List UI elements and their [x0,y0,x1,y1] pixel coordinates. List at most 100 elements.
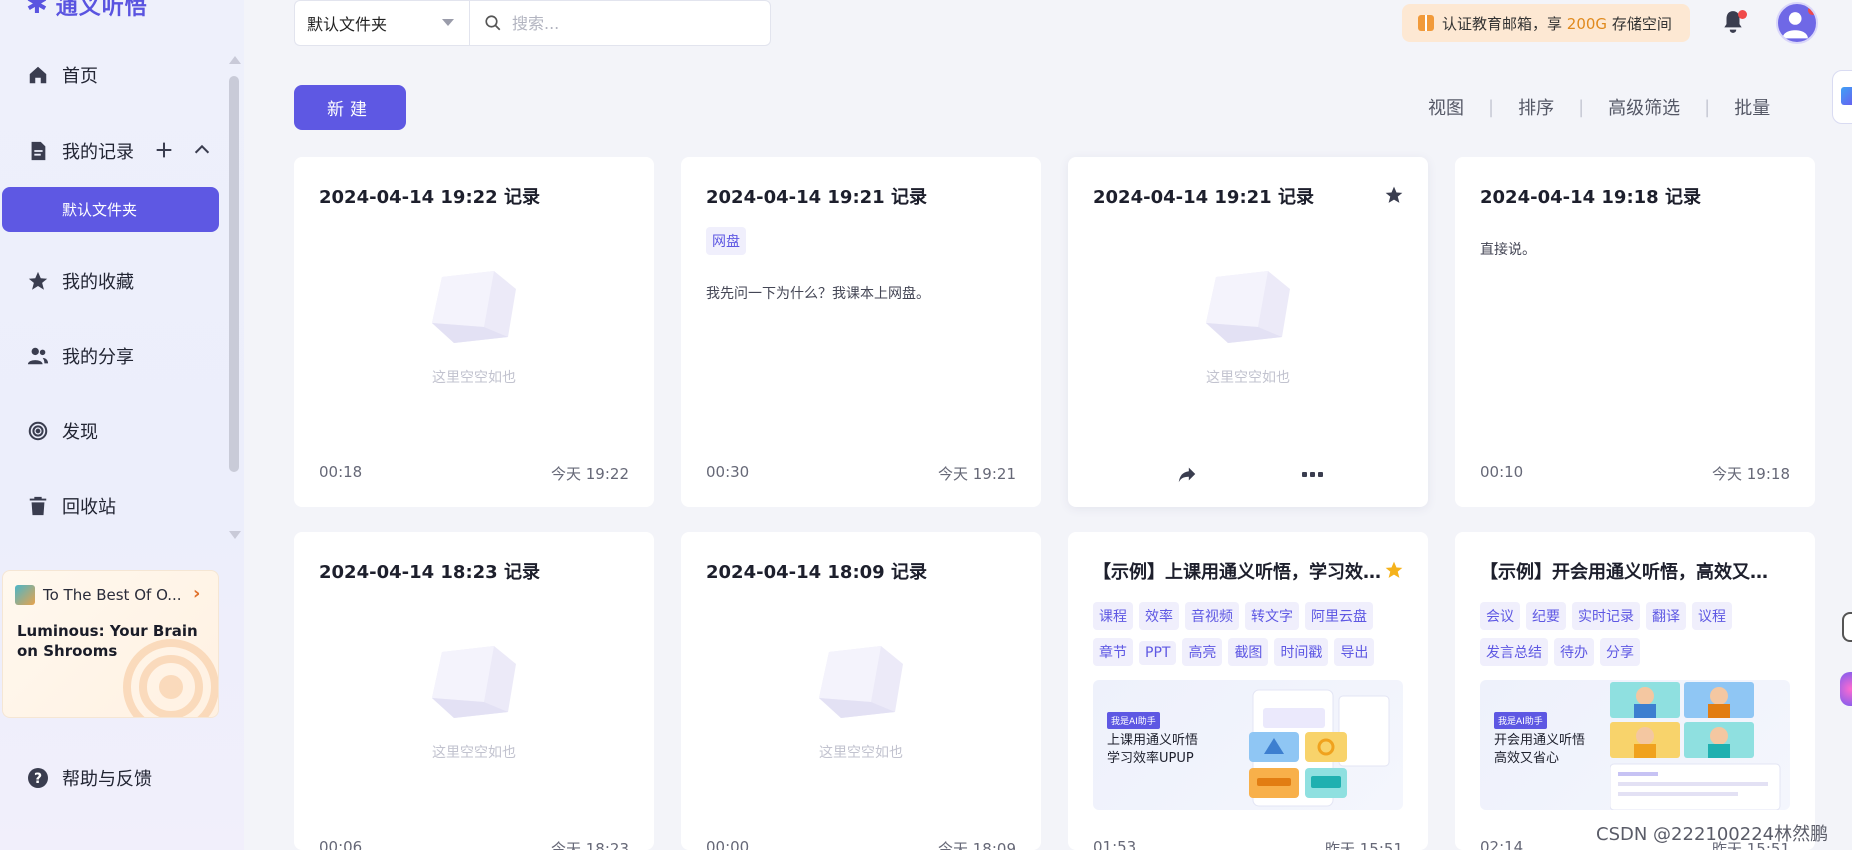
floating-assistant-tab[interactable] [1832,70,1852,124]
podcast-promo-card[interactable]: To The Best Of O... › Luminous: Your Bra… [2,570,219,718]
tag[interactable]: 章节 [1093,638,1133,666]
sidebar-item-my-records[interactable]: 我的记录 [26,138,134,164]
app-name: 通义听悟 [55,0,148,20]
tag[interactable]: 会议 [1480,602,1520,630]
scroll-down-arrow[interactable] [229,531,241,539]
sidebar-item-shares[interactable]: 我的分享 [26,343,134,369]
card-tags: 课程 效率 音视频 转文字 阿里云盘 章节 PPT 高亮 截图 时间戳 导出 [1093,602,1413,674]
record-card[interactable]: 2024-04-14 18:09 记录 这里空空如也 00:00 今天 18:0… [681,532,1041,850]
card-time: 昨天 15:51 [1325,840,1403,850]
search-input[interactable] [512,13,752,33]
new-record-button[interactable]: 新建 [294,85,406,130]
app-logo[interactable]: ✱ 通义听悟 [26,0,148,20]
logo-icon: ✱ [26,0,48,20]
chevron-up-icon[interactable] [190,138,214,162]
tag[interactable]: 议程 [1692,602,1732,630]
empty-text: 这里空空如也 [432,370,516,386]
assistant-icon [1841,87,1852,105]
trash-icon [26,494,50,518]
view-button[interactable]: 视图 [1428,94,1464,120]
tag[interactable]: 纪要 [1526,602,1566,630]
notification-dot [1738,10,1747,19]
gift-icon [1418,15,1434,31]
card-duration: 00:06 [319,838,363,850]
sidebar-item-label: 首页 [62,66,98,87]
sidebar-item-label: 回收站 [62,497,116,518]
tag[interactable]: PPT [1139,641,1177,665]
document-icon [26,139,50,163]
star-icon [26,269,50,293]
sample-card-class[interactable]: 【示例】上课用通义听悟，学习效率UPUP 课程效率音视频转文字阿里云盘 章节PP… [1068,532,1428,850]
record-card[interactable]: 2024-04-14 18:23 记录 这里空空如也 00:06 今天 18:2… [294,532,654,850]
tag[interactable]: 发言总结 [1480,638,1548,666]
sidebar-item-trash[interactable]: 回收站 [26,493,116,519]
card-duration: 02:14 [1480,838,1524,850]
record-card[interactable]: 2024-04-14 19:18 记录 直接说。 00:10 今天 19:18 [1455,157,1815,507]
sample-card-meeting[interactable]: 【示例】开会用通义听悟，高效又省心 会议 纪要 实时记录 翻译 议程 发言总结 待办 分享 … [1455,532,1815,850]
more-icon[interactable] [1302,472,1323,477]
sidebar-scrollbar[interactable] [229,76,239,472]
card-time: 今天 18:23 [551,840,629,850]
star-icon[interactable] [1384,185,1404,205]
share-icon[interactable] [1176,463,1198,485]
tag[interactable]: 分享 [1600,638,1640,666]
help-icon: ? [28,768,48,788]
sidebar-folder-default[interactable]: 默认文件夹 [2,187,219,232]
tag[interactable]: 效率 [1139,602,1179,630]
card-preview-image: 我是AI助手 上课用通义听悟 学习效率UPUP [1093,680,1403,810]
tag[interactable]: 音视频 [1185,602,1239,630]
card-time: 今天 19:21 [938,465,1016,483]
card-duration: 00:10 [1480,463,1524,481]
divider: | [1578,96,1585,118]
list-toolbar: 视图 | 排序 | 高级筛选 | 批量 [1428,94,1770,120]
tag[interactable]: 阿里云盘 [1305,602,1373,630]
help-feedback[interactable]: ? 帮助与反馈 [26,765,152,791]
divider: | [1704,96,1711,118]
edge-ai-icon[interactable] [1840,672,1852,706]
tag[interactable]: 高亮 [1182,638,1223,666]
tag[interactable]: 翻译 [1646,602,1686,630]
tag[interactable]: 课程 [1093,602,1133,630]
promo-source: To The Best Of O... [43,586,182,604]
tag[interactable]: 网盘 [706,227,746,255]
sidebar-item-favorites[interactable]: 我的收藏 [26,268,134,294]
folder-select[interactable]: 默认文件夹 [294,0,470,46]
divider: | [1488,96,1495,118]
tag[interactable]: 导出 [1334,638,1375,666]
search-box [469,0,771,46]
tag[interactable]: 截图 [1228,638,1269,666]
tag[interactable]: 时间戳 [1274,638,1329,666]
card-title: 2024-04-14 19:22 记录 [319,187,540,208]
edu-email-banner[interactable]: 认证教育邮箱，享 200G 存储空间 [1402,4,1690,42]
card-duration: 00:30 [706,463,750,481]
sidebar-item-label: 我的收藏 [62,272,134,293]
users-icon [26,344,50,368]
card-title: 2024-04-14 19:21 记录 [706,187,927,208]
chevron-right-icon[interactable]: › [193,583,200,604]
advanced-filter-button[interactable]: 高级筛选 [1608,94,1680,120]
user-avatar[interactable] [1776,2,1818,44]
tag[interactable]: 待办 [1554,638,1594,666]
batch-button[interactable]: 批量 [1734,94,1770,120]
record-card[interactable]: 2024-04-14 19:21 记录 网盘 我先问一下为什么？我课本上网盘。 … [681,157,1041,507]
sort-button[interactable]: 排序 [1518,94,1554,120]
tag[interactable]: 实时记录 [1572,602,1640,630]
sidebar-item-discover[interactable]: 发现 [26,418,98,444]
card-time: 今天 18:09 [938,840,1016,850]
scroll-up-arrow[interactable] [229,56,241,64]
star-icon-favorited[interactable] [1384,560,1404,580]
card-preview-image: 我是AI助手 开会用通义听悟 高效又省心 [1480,680,1790,810]
tag[interactable]: 转文字 [1245,602,1299,630]
record-card[interactable]: 2024-04-14 19:22 记录 这里空空如也 00:18 今天 19:2… [294,157,654,507]
edge-tool-icon[interactable] [1842,612,1852,642]
empty-box-icon [432,271,516,343]
plus-icon[interactable] [152,138,176,162]
empty-box-icon [1206,271,1290,343]
empty-text: 这里空空如也 [1206,370,1290,386]
notification-bell-icon[interactable] [1720,8,1748,38]
sidebar-item-home[interactable]: 首页 [26,62,98,88]
empty-text: 这里空空如也 [819,745,903,761]
search-icon [485,15,501,31]
empty-text: 这里空空如也 [432,745,516,761]
record-card-hovered[interactable]: 2024-04-14 19:21 记录 这里空空如也 [1068,157,1428,507]
